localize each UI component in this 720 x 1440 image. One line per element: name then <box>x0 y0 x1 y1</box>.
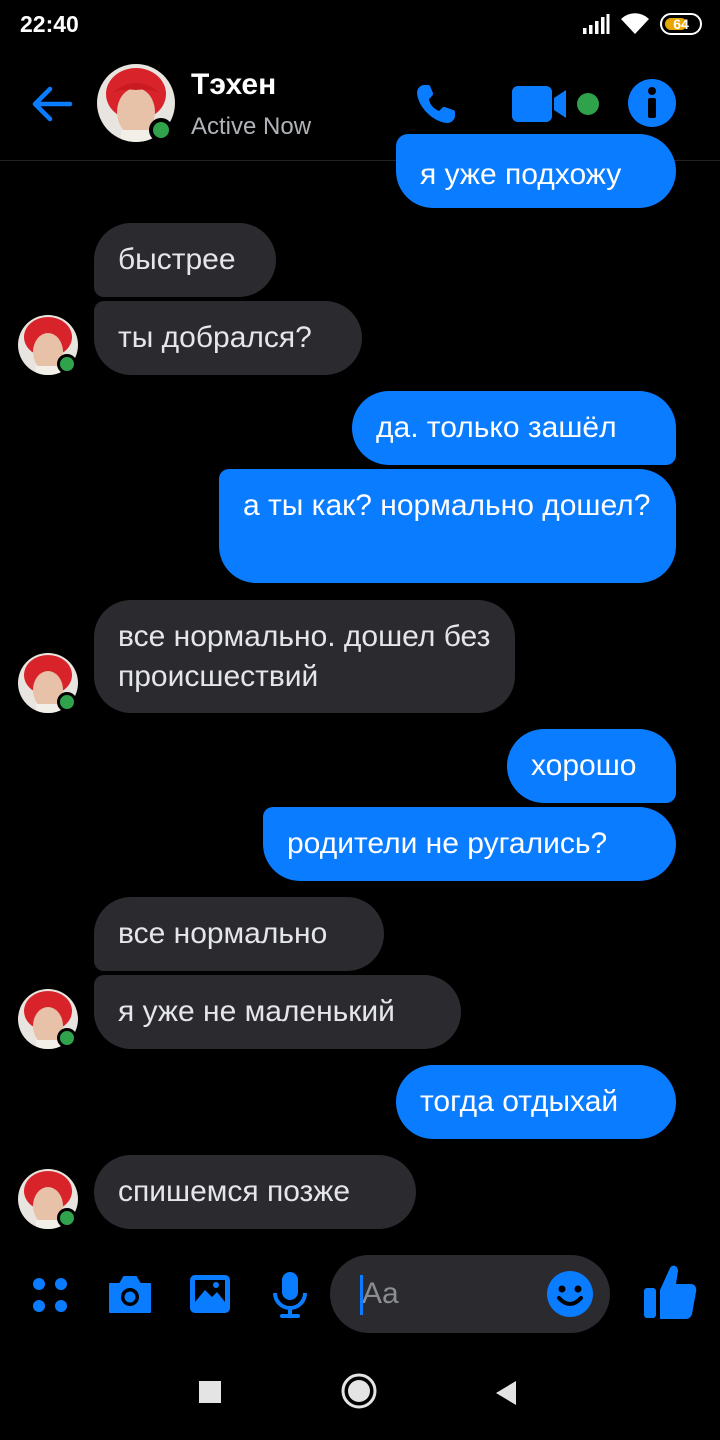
emoji-icon <box>547 1271 593 1317</box>
system-nav-bar <box>0 1340 720 1440</box>
message-incoming[interactable]: спишемся позже <box>94 1155 416 1229</box>
message-outgoing[interactable]: хорошо <box>507 729 676 803</box>
message-incoming[interactable]: все нормально <box>94 897 384 971</box>
status-bar: 22:40 64 <box>0 0 720 50</box>
video-camera-icon <box>512 86 566 122</box>
cellular-signal-icon <box>583 14 610 34</box>
back-arrow-icon <box>32 86 73 122</box>
message-outgoing[interactable]: родители не ругались? <box>263 807 676 881</box>
info-icon <box>628 79 676 127</box>
voice-message-button[interactable] <box>270 1270 310 1320</box>
info-button[interactable] <box>627 78 677 128</box>
back-nav-button[interactable] <box>494 1379 518 1407</box>
battery-icon: 64 <box>660 13 702 35</box>
message-outgoing[interactable]: да. только зашёл <box>352 391 676 465</box>
back-button[interactable] <box>28 80 76 128</box>
emoji-button[interactable] <box>546 1270 594 1318</box>
online-status-indicator <box>57 354 77 374</box>
message-incoming[interactable]: ты добрался? <box>94 301 362 375</box>
message-outgoing[interactable]: а ты как? нормально дошел? <box>219 469 676 583</box>
text-caret <box>360 1275 363 1315</box>
recents-button[interactable] <box>198 1380 222 1404</box>
microphone-icon <box>273 1272 307 1318</box>
message-outgoing[interactable]: тогда отдыхай <box>396 1065 676 1139</box>
wifi-icon <box>621 13 649 35</box>
voice-call-button[interactable] <box>412 80 460 128</box>
video-active-dot <box>577 93 599 115</box>
contact-name[interactable]: Тэхен <box>191 68 276 102</box>
status-icons: 64 <box>582 10 702 38</box>
message-outgoing[interactable]: я уже подхожу <box>396 134 676 208</box>
video-call-button[interactable] <box>510 80 572 128</box>
gallery-icon <box>190 1275 230 1313</box>
camera-icon <box>109 1276 151 1313</box>
message-incoming[interactable]: быстрее <box>94 223 276 297</box>
online-status-indicator <box>149 118 173 142</box>
message-incoming[interactable]: все нормально. дошел без происшествий <box>94 600 515 713</box>
home-button[interactable] <box>340 1372 378 1410</box>
menu-dots-icon <box>33 1278 67 1312</box>
more-actions-button[interactable] <box>30 1275 70 1315</box>
online-status-indicator <box>57 1028 77 1048</box>
contact-status: Active Now <box>191 113 312 140</box>
thumbs-up-icon <box>644 1265 697 1319</box>
phone-icon <box>417 85 455 123</box>
back-icon <box>496 1381 516 1405</box>
message-composer <box>0 1250 720 1340</box>
messenger-chat-screen: 22:40 64 Тэхен Active Now я уже подхожу … <box>0 0 720 1440</box>
status-time: 22:40 <box>20 11 79 37</box>
camera-button[interactable] <box>106 1272 154 1316</box>
gallery-button[interactable] <box>188 1272 232 1316</box>
recents-icon <box>199 1381 221 1403</box>
battery-level: 64 <box>673 16 689 32</box>
home-icon <box>341 1373 377 1409</box>
message-incoming[interactable]: я уже не маленький <box>94 975 461 1049</box>
like-button[interactable] <box>642 1262 698 1322</box>
online-status-indicator <box>57 1208 77 1228</box>
online-status-indicator <box>57 692 77 712</box>
